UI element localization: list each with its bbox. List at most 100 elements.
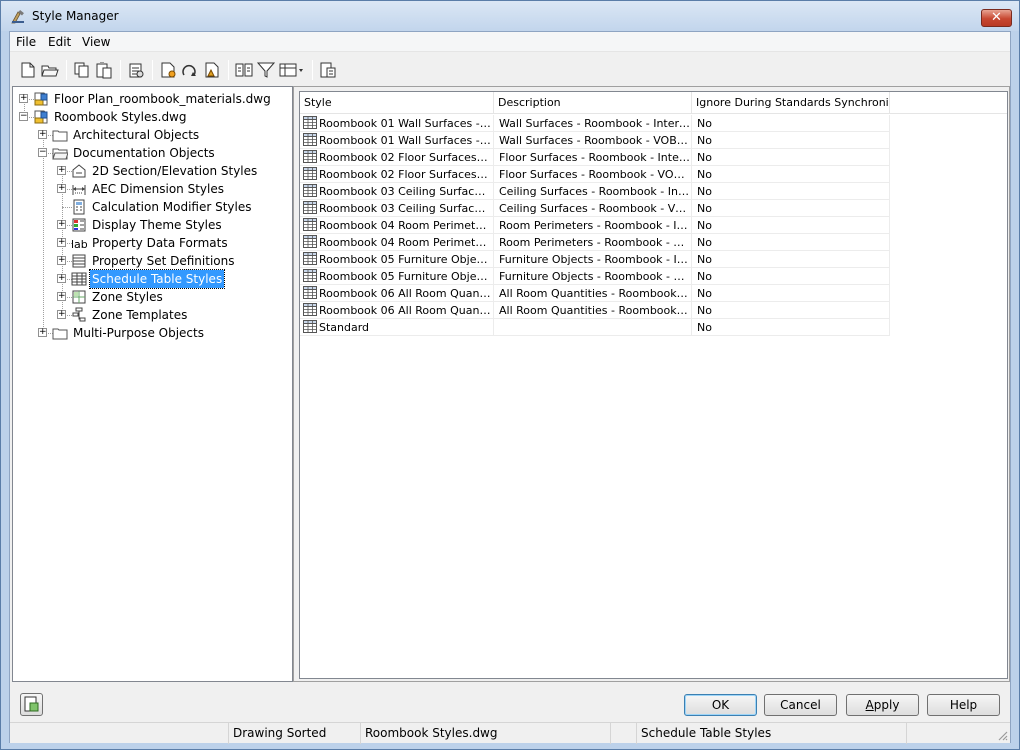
- table-row[interactable]: Roombook 05 Furniture Objects -...Furnit…: [300, 251, 890, 268]
- expand-icon[interactable]: +: [57, 166, 66, 175]
- expand-icon[interactable]: +: [57, 184, 66, 193]
- expand-icon[interactable]: +: [19, 94, 28, 103]
- cell-style: Roombook 06 All Room Quantitie...: [300, 285, 494, 302]
- table-row[interactable]: Roombook 03 Ceiling Surfaces - ... Ceilin…: [300, 200, 890, 217]
- table-row[interactable]: Roombook 04 Room Perimeters - ...Room Pe…: [300, 217, 890, 234]
- expand-icon[interactable]: +: [57, 220, 66, 229]
- tree-node[interactable]: − Documentation Objects: [38, 144, 289, 162]
- expand-icon[interactable]: +: [57, 274, 66, 283]
- table-row[interactable]: Roombook 06 All Room Quantitie...All Roo…: [300, 285, 890, 302]
- display-theme-icon: [72, 218, 86, 232]
- tree-node-label: Property Data Formats: [92, 236, 228, 250]
- title-bar[interactable]: Style Manager ✕: [1, 1, 1019, 31]
- close-button[interactable]: ✕: [981, 9, 1012, 27]
- tree-node[interactable]: + Schedule Table Styles: [57, 269, 289, 289]
- tree-node-label: Documentation Objects: [73, 146, 215, 160]
- cell-description: All Room Quantities - Roombook - In...: [494, 285, 692, 302]
- tree-node[interactable]: + lab Property Data Formats: [57, 234, 289, 252]
- cell-description: All Room Quantities - Roombook - V...: [494, 302, 692, 319]
- table-row[interactable]: Roombook 05 Furniture Objects -...Furnit…: [300, 268, 890, 285]
- schedule-table-icon: [303, 201, 317, 214]
- cell-style: Standard: [300, 319, 494, 336]
- collapse-icon[interactable]: −: [38, 148, 47, 157]
- help-button[interactable]: Help: [927, 694, 1000, 716]
- expand-icon[interactable]: +: [38, 328, 47, 337]
- menu-file[interactable]: File: [16, 35, 36, 49]
- set-from-icon[interactable]: [202, 60, 222, 80]
- table-row[interactable]: Roombook 02 Floor Surfaces - V... Floor S…: [300, 166, 890, 183]
- tree-node[interactable]: +2D Section/Elevation Styles: [57, 162, 289, 180]
- cell-description: Room Perimeters - Roombook - VOB ...: [494, 234, 692, 251]
- resize-grip-icon[interactable]: [996, 729, 1008, 741]
- tree-node[interactable]: + Floor Plan_roombook_materials.dwg: [19, 90, 289, 108]
- expand-icon[interactable]: +: [57, 310, 66, 319]
- new-style-icon[interactable]: [158, 60, 178, 80]
- menu-edit[interactable]: Edit: [48, 35, 71, 49]
- paste-icon[interactable]: [94, 60, 114, 80]
- edit-style-icon[interactable]: [180, 60, 200, 80]
- tree-node[interactable]: + Property Set Definitions: [57, 252, 289, 270]
- apply-button[interactable]: Apply: [846, 694, 919, 716]
- collapse-icon[interactable]: −: [19, 112, 28, 121]
- style-tree[interactable]: + Floor Plan_roombook_materials.dwg − Roomb…: [12, 86, 293, 682]
- column-header-ignore-sync[interactable]: Ignore During Standards Synchroniz...: [692, 92, 890, 114]
- table-row[interactable]: Roombook 01 Wall Surfaces - VO... Wall Su…: [300, 132, 890, 149]
- calculator-icon: [73, 199, 85, 215]
- table-row[interactable]: Standard No: [300, 319, 890, 336]
- expand-icon[interactable]: +: [57, 238, 66, 247]
- tree-node-label: 2D Section/Elevation Styles: [92, 164, 258, 178]
- menu-bar: File Edit View: [10, 32, 1010, 52]
- tree-node-label: Schedule Table Styles: [88, 269, 226, 289]
- property-set-icon: [72, 254, 86, 268]
- dimension-icon: [72, 185, 86, 195]
- cell-description: [494, 319, 692, 336]
- tree-node-label: Roombook Styles.dwg: [54, 110, 187, 124]
- schedule-table-icon: [303, 320, 317, 333]
- toggle-view-button[interactable]: [20, 693, 43, 716]
- style-name: Roombook 01 Wall Surfaces - Int...: [319, 117, 491, 130]
- column-header-style[interactable]: Style: [300, 92, 494, 114]
- style-name: Roombook 04 Room Perimeters - ...: [319, 236, 491, 249]
- tree-node[interactable]: + Zone Templates: [57, 306, 289, 324]
- ok-button[interactable]: OK: [684, 694, 757, 716]
- expand-icon[interactable]: +: [57, 256, 66, 265]
- cell-style: Roombook 05 Furniture Objects -...: [300, 251, 494, 268]
- tree-node[interactable]: − Roombook Styles.dwg: [19, 108, 289, 126]
- column-header-description[interactable]: Description: [494, 92, 692, 114]
- expand-icon[interactable]: +: [57, 292, 66, 301]
- sort-icon[interactable]: [234, 60, 254, 80]
- view-options-icon[interactable]: [278, 60, 306, 80]
- cancel-button[interactable]: Cancel: [764, 694, 837, 716]
- tree-node[interactable]: + Zone Styles: [57, 288, 289, 306]
- purge-icon[interactable]: [126, 60, 146, 80]
- style-list[interactable]: Style Description Ignore During Standard…: [299, 91, 1008, 679]
- filter-icon[interactable]: [256, 60, 276, 80]
- open-drawing-icon[interactable]: [40, 60, 60, 80]
- table-row[interactable]: Roombook 04 Room Perimeters - ...Room Pe…: [300, 234, 890, 251]
- table-row[interactable]: Roombook 01 Wall Surfaces - Int... Wall S…: [300, 115, 890, 132]
- menu-view[interactable]: View: [82, 35, 110, 49]
- copy-icon[interactable]: [72, 60, 92, 80]
- style-name: Roombook 05 Furniture Objects -...: [319, 270, 491, 283]
- tree-node[interactable]: + AEC Dimension Styles: [57, 180, 289, 198]
- style-name: Roombook 06 All Room Quantitie...: [319, 304, 491, 317]
- client-area: File Edit View + Floor Plan_roombook_mate…: [9, 31, 1011, 744]
- table-row[interactable]: Roombook 02 Floor Surfaces - In... Floor …: [300, 149, 890, 166]
- toggle-view-icon[interactable]: [318, 60, 338, 80]
- tree-node[interactable]: + Architectural Objects: [38, 126, 289, 144]
- expand-icon[interactable]: +: [38, 130, 47, 139]
- dialog-button-bar: OK Cancel Apply Help: [10, 684, 1010, 720]
- tree-node[interactable]: + Multi-Purpose Objects: [38, 324, 289, 342]
- status-current-category: Schedule Table Styles: [636, 723, 906, 744]
- tree-node[interactable]: + Display Theme Styles: [57, 216, 289, 234]
- new-drawing-icon[interactable]: [18, 60, 38, 80]
- cell-description: Ceiling Surfaces - Roombook - VOB ...: [494, 200, 692, 217]
- schedule-table-icon: [303, 167, 317, 180]
- tree-node[interactable]: Calculation Modifier Styles: [57, 198, 289, 216]
- schedule-table-icon: [303, 269, 317, 282]
- cell-description: Floor Surfaces - Roombook - VOB St...: [494, 166, 692, 183]
- list-header: Style Description Ignore During Standard…: [300, 92, 1007, 114]
- table-row[interactable]: Roombook 06 All Room Quantitie...All Roo…: [300, 302, 890, 319]
- style-name: Roombook 05 Furniture Objects -...: [319, 253, 491, 266]
- table-row[interactable]: Roombook 03 Ceiling Surfaces - I...Ceili…: [300, 183, 890, 200]
